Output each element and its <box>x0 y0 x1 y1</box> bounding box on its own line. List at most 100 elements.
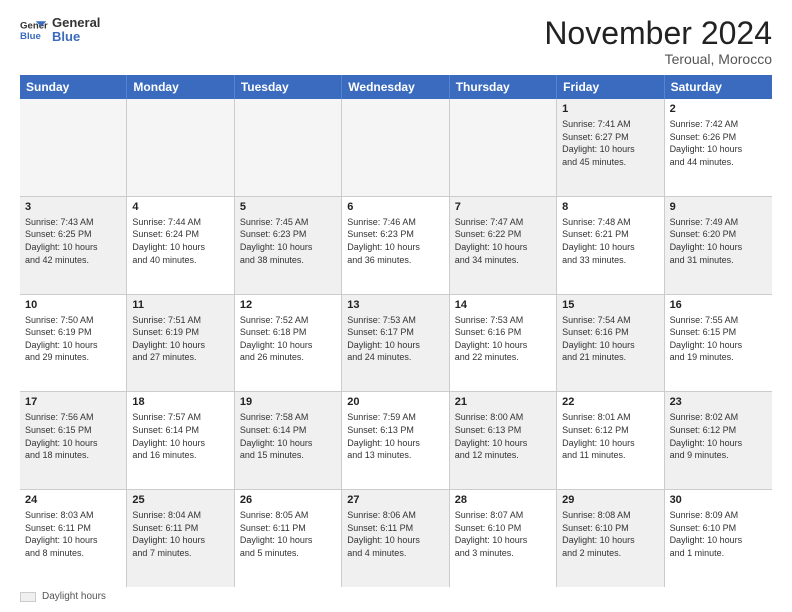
day-number: 7 <box>455 200 551 215</box>
day-number: 3 <box>25 200 121 215</box>
legend: Daylight hours <box>20 591 772 602</box>
cal-cell-0-6: 2Sunrise: 7:42 AMSunset: 6:26 PMDaylight… <box>665 99 772 196</box>
cal-cell-4-6: 30Sunrise: 8:09 AMSunset: 6:10 PMDayligh… <box>665 490 772 587</box>
header-sunday: Sunday <box>20 75 127 99</box>
cell-info: Sunrise: 8:09 AMSunset: 6:10 PMDaylight:… <box>670 509 767 559</box>
day-number: 9 <box>670 200 767 215</box>
cal-cell-3-6: 23Sunrise: 8:02 AMSunset: 6:12 PMDayligh… <box>665 392 772 489</box>
day-number: 5 <box>240 200 336 215</box>
cal-cell-0-5: 1Sunrise: 7:41 AMSunset: 6:27 PMDaylight… <box>557 99 664 196</box>
day-number: 27 <box>347 493 443 508</box>
cell-info: Sunrise: 7:50 AMSunset: 6:19 PMDaylight:… <box>25 314 121 364</box>
calendar-row-0: 1Sunrise: 7:41 AMSunset: 6:27 PMDaylight… <box>20 99 772 197</box>
cal-cell-2-6: 16Sunrise: 7:55 AMSunset: 6:15 PMDayligh… <box>665 295 772 392</box>
calendar-row-1: 3Sunrise: 7:43 AMSunset: 6:25 PMDaylight… <box>20 197 772 295</box>
cal-cell-3-1: 18Sunrise: 7:57 AMSunset: 6:14 PMDayligh… <box>127 392 234 489</box>
day-number: 4 <box>132 200 228 215</box>
cell-info: Sunrise: 7:56 AMSunset: 6:15 PMDaylight:… <box>25 411 121 461</box>
cal-cell-2-3: 13Sunrise: 7:53 AMSunset: 6:17 PMDayligh… <box>342 295 449 392</box>
cal-cell-4-3: 27Sunrise: 8:06 AMSunset: 6:11 PMDayligh… <box>342 490 449 587</box>
day-number: 22 <box>562 395 658 410</box>
header: General Blue General Blue November 2024 … <box>20 16 772 67</box>
cell-info: Sunrise: 8:03 AMSunset: 6:11 PMDaylight:… <box>25 509 121 559</box>
cal-cell-2-5: 15Sunrise: 7:54 AMSunset: 6:16 PMDayligh… <box>557 295 664 392</box>
cal-cell-1-5: 8Sunrise: 7:48 AMSunset: 6:21 PMDaylight… <box>557 197 664 294</box>
cal-cell-0-4 <box>450 99 557 196</box>
cal-cell-0-0 <box>20 99 127 196</box>
cal-cell-2-4: 14Sunrise: 7:53 AMSunset: 6:16 PMDayligh… <box>450 295 557 392</box>
cell-info: Sunrise: 8:02 AMSunset: 6:12 PMDaylight:… <box>670 411 767 461</box>
calendar-header: Sunday Monday Tuesday Wednesday Thursday… <box>20 75 772 99</box>
day-number: 10 <box>25 298 121 313</box>
cal-cell-4-1: 25Sunrise: 8:04 AMSunset: 6:11 PMDayligh… <box>127 490 234 587</box>
day-number: 1 <box>562 102 658 117</box>
calendar-row-2: 10Sunrise: 7:50 AMSunset: 6:19 PMDayligh… <box>20 295 772 393</box>
cell-info: Sunrise: 7:58 AMSunset: 6:14 PMDaylight:… <box>240 411 336 461</box>
cal-cell-3-5: 22Sunrise: 8:01 AMSunset: 6:12 PMDayligh… <box>557 392 664 489</box>
day-number: 29 <box>562 493 658 508</box>
header-friday: Friday <box>557 75 664 99</box>
cell-info: Sunrise: 7:59 AMSunset: 6:13 PMDaylight:… <box>347 411 443 461</box>
cell-info: Sunrise: 7:45 AMSunset: 6:23 PMDaylight:… <box>240 216 336 266</box>
cell-info: Sunrise: 7:49 AMSunset: 6:20 PMDaylight:… <box>670 216 767 266</box>
cell-info: Sunrise: 8:05 AMSunset: 6:11 PMDaylight:… <box>240 509 336 559</box>
logo-icon: General Blue <box>20 16 48 44</box>
day-number: 16 <box>670 298 767 313</box>
month-title: November 2024 <box>544 16 772 51</box>
header-tuesday: Tuesday <box>235 75 342 99</box>
cell-info: Sunrise: 7:52 AMSunset: 6:18 PMDaylight:… <box>240 314 336 364</box>
day-number: 25 <box>132 493 228 508</box>
cell-info: Sunrise: 8:04 AMSunset: 6:11 PMDaylight:… <box>132 509 228 559</box>
day-number: 17 <box>25 395 121 410</box>
day-number: 28 <box>455 493 551 508</box>
day-number: 15 <box>562 298 658 313</box>
cell-info: Sunrise: 7:53 AMSunset: 6:16 PMDaylight:… <box>455 314 551 364</box>
cell-info: Sunrise: 8:01 AMSunset: 6:12 PMDaylight:… <box>562 411 658 461</box>
cell-info: Sunrise: 7:44 AMSunset: 6:24 PMDaylight:… <box>132 216 228 266</box>
header-monday: Monday <box>127 75 234 99</box>
cal-cell-1-3: 6Sunrise: 7:46 AMSunset: 6:23 PMDaylight… <box>342 197 449 294</box>
day-number: 21 <box>455 395 551 410</box>
day-number: 26 <box>240 493 336 508</box>
cal-cell-3-2: 19Sunrise: 7:58 AMSunset: 6:14 PMDayligh… <box>235 392 342 489</box>
day-number: 2 <box>670 102 767 117</box>
cal-cell-2-1: 11Sunrise: 7:51 AMSunset: 6:19 PMDayligh… <box>127 295 234 392</box>
cal-cell-1-2: 5Sunrise: 7:45 AMSunset: 6:23 PMDaylight… <box>235 197 342 294</box>
cell-info: Sunrise: 7:43 AMSunset: 6:25 PMDaylight:… <box>25 216 121 266</box>
calendar: Sunday Monday Tuesday Wednesday Thursday… <box>20 75 772 587</box>
cell-info: Sunrise: 7:42 AMSunset: 6:26 PMDaylight:… <box>670 118 767 168</box>
day-number: 14 <box>455 298 551 313</box>
cal-cell-2-2: 12Sunrise: 7:52 AMSunset: 6:18 PMDayligh… <box>235 295 342 392</box>
cell-info: Sunrise: 7:54 AMSunset: 6:16 PMDaylight:… <box>562 314 658 364</box>
cal-cell-1-0: 3Sunrise: 7:43 AMSunset: 6:25 PMDaylight… <box>20 197 127 294</box>
cal-cell-1-1: 4Sunrise: 7:44 AMSunset: 6:24 PMDaylight… <box>127 197 234 294</box>
cell-info: Sunrise: 8:00 AMSunset: 6:13 PMDaylight:… <box>455 411 551 461</box>
cell-info: Sunrise: 7:53 AMSunset: 6:17 PMDaylight:… <box>347 314 443 364</box>
logo-line1: General <box>52 16 100 30</box>
page: General Blue General Blue November 2024 … <box>0 0 792 612</box>
day-number: 23 <box>670 395 767 410</box>
day-number: 19 <box>240 395 336 410</box>
day-number: 30 <box>670 493 767 508</box>
cell-info: Sunrise: 8:08 AMSunset: 6:10 PMDaylight:… <box>562 509 658 559</box>
cell-info: Sunrise: 8:06 AMSunset: 6:11 PMDaylight:… <box>347 509 443 559</box>
day-number: 24 <box>25 493 121 508</box>
cal-cell-1-6: 9Sunrise: 7:49 AMSunset: 6:20 PMDaylight… <box>665 197 772 294</box>
cal-cell-0-1 <box>127 99 234 196</box>
header-thursday: Thursday <box>450 75 557 99</box>
cell-info: Sunrise: 7:41 AMSunset: 6:27 PMDaylight:… <box>562 118 658 168</box>
cell-info: Sunrise: 7:46 AMSunset: 6:23 PMDaylight:… <box>347 216 443 266</box>
cal-cell-2-0: 10Sunrise: 7:50 AMSunset: 6:19 PMDayligh… <box>20 295 127 392</box>
day-number: 18 <box>132 395 228 410</box>
day-number: 13 <box>347 298 443 313</box>
cell-info: Sunrise: 7:51 AMSunset: 6:19 PMDaylight:… <box>132 314 228 364</box>
location: Teroual, Morocco <box>544 51 772 67</box>
cell-info: Sunrise: 7:48 AMSunset: 6:21 PMDaylight:… <box>562 216 658 266</box>
day-number: 8 <box>562 200 658 215</box>
cal-cell-4-4: 28Sunrise: 8:07 AMSunset: 6:10 PMDayligh… <box>450 490 557 587</box>
cell-info: Sunrise: 7:55 AMSunset: 6:15 PMDaylight:… <box>670 314 767 364</box>
cal-cell-4-5: 29Sunrise: 8:08 AMSunset: 6:10 PMDayligh… <box>557 490 664 587</box>
cal-cell-1-4: 7Sunrise: 7:47 AMSunset: 6:22 PMDaylight… <box>450 197 557 294</box>
cell-info: Sunrise: 8:07 AMSunset: 6:10 PMDaylight:… <box>455 509 551 559</box>
cal-cell-3-0: 17Sunrise: 7:56 AMSunset: 6:15 PMDayligh… <box>20 392 127 489</box>
